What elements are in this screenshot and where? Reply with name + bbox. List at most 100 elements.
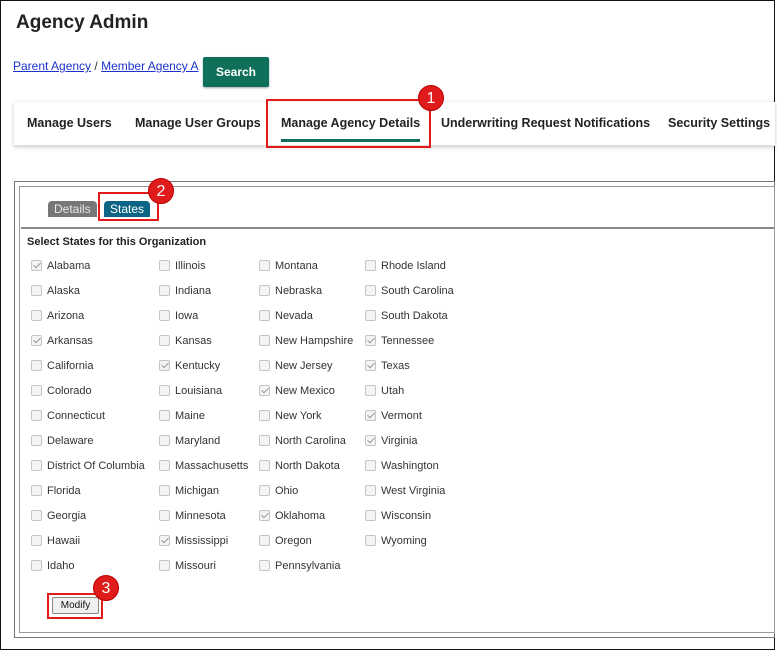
state-checkbox[interactable] [159, 285, 170, 296]
state-option-louisiana[interactable]: Louisiana [159, 385, 222, 399]
state-option-wyoming[interactable]: Wyoming [365, 535, 427, 549]
state-option-new-york[interactable]: New York [259, 410, 321, 424]
state-checkbox[interactable] [365, 385, 376, 396]
tab-security-settings[interactable]: Security Settings [668, 102, 770, 144]
state-checkbox[interactable] [259, 460, 270, 471]
state-checkbox[interactable] [159, 460, 170, 471]
state-checkbox[interactable] [31, 260, 42, 271]
state-option-texas[interactable]: Texas [365, 360, 410, 374]
state-option-pennsylvania[interactable]: Pennsylvania [259, 560, 340, 574]
state-checkbox[interactable] [259, 510, 270, 521]
state-option-south-dakota[interactable]: South Dakota [365, 310, 448, 324]
state-checkbox[interactable] [259, 435, 270, 446]
state-checkbox[interactable] [365, 335, 376, 346]
state-checkbox[interactable] [365, 435, 376, 446]
state-checkbox[interactable] [31, 560, 42, 571]
state-option-delaware[interactable]: Delaware [31, 435, 93, 449]
state-option-kentucky[interactable]: Kentucky [159, 360, 220, 374]
state-checkbox[interactable] [259, 385, 270, 396]
state-option-rhode-island[interactable]: Rhode Island [365, 260, 446, 274]
state-option-mississippi[interactable]: Mississippi [159, 535, 228, 549]
state-option-district-of-columbia[interactable]: District Of Columbia [31, 460, 145, 474]
state-checkbox[interactable] [365, 260, 376, 271]
state-option-kansas[interactable]: Kansas [159, 335, 212, 349]
tab-manage-users[interactable]: Manage Users [27, 102, 112, 144]
state-checkbox[interactable] [31, 435, 42, 446]
state-option-connecticut[interactable]: Connecticut [31, 410, 105, 424]
state-option-alabama[interactable]: Alabama [31, 260, 90, 274]
state-option-illinois[interactable]: Illinois [159, 260, 206, 274]
tab-manage-user-groups[interactable]: Manage User Groups [135, 102, 261, 144]
state-checkbox[interactable] [159, 560, 170, 571]
state-option-new-hampshire[interactable]: New Hampshire [259, 335, 353, 349]
state-checkbox[interactable] [259, 485, 270, 496]
state-option-alaska[interactable]: Alaska [31, 285, 80, 299]
state-checkbox[interactable] [31, 510, 42, 521]
state-checkbox[interactable] [159, 485, 170, 496]
state-option-tennessee[interactable]: Tennessee [365, 335, 434, 349]
state-checkbox[interactable] [31, 410, 42, 421]
modify-button[interactable]: Modify [52, 597, 99, 614]
tab-underwriting-request-notifications[interactable]: Underwriting Request Notifications [441, 102, 650, 144]
state-option-new-mexico[interactable]: New Mexico [259, 385, 335, 399]
search-button[interactable]: Search [203, 57, 269, 87]
breadcrumb-member-agency-link[interactable]: Member Agency A [101, 59, 198, 73]
state-checkbox[interactable] [159, 335, 170, 346]
state-checkbox[interactable] [159, 260, 170, 271]
breadcrumb-parent-agency-link[interactable]: Parent Agency [13, 59, 91, 73]
state-checkbox[interactable] [31, 335, 42, 346]
state-option-indiana[interactable]: Indiana [159, 285, 211, 299]
state-option-south-carolina[interactable]: South Carolina [365, 285, 454, 299]
state-option-oklahoma[interactable]: Oklahoma [259, 510, 325, 524]
state-checkbox[interactable] [365, 535, 376, 546]
state-checkbox[interactable] [259, 335, 270, 346]
state-option-nevada[interactable]: Nevada [259, 310, 313, 324]
state-option-maine[interactable]: Maine [159, 410, 205, 424]
state-option-vermont[interactable]: Vermont [365, 410, 422, 424]
state-checkbox[interactable] [159, 435, 170, 446]
state-option-colorado[interactable]: Colorado [31, 385, 92, 399]
state-checkbox[interactable] [365, 360, 376, 371]
state-checkbox[interactable] [159, 535, 170, 546]
state-option-oregon[interactable]: Oregon [259, 535, 312, 549]
state-checkbox[interactable] [365, 310, 376, 321]
state-option-utah[interactable]: Utah [365, 385, 404, 399]
state-option-missouri[interactable]: Missouri [159, 560, 216, 574]
state-checkbox[interactable] [31, 285, 42, 296]
state-option-washington[interactable]: Washington [365, 460, 439, 474]
state-option-hawaii[interactable]: Hawaii [31, 535, 80, 549]
state-checkbox[interactable] [259, 285, 270, 296]
subtab-states[interactable]: States [104, 201, 151, 217]
state-option-california[interactable]: California [31, 360, 93, 374]
state-option-nebraska[interactable]: Nebraska [259, 285, 322, 299]
state-checkbox[interactable] [259, 535, 270, 546]
state-option-north-carolina[interactable]: North Carolina [259, 435, 346, 449]
state-option-west-virginia[interactable]: West Virginia [365, 485, 445, 499]
state-option-arizona[interactable]: Arizona [31, 310, 84, 324]
state-checkbox[interactable] [259, 310, 270, 321]
state-option-florida[interactable]: Florida [31, 485, 81, 499]
state-checkbox[interactable] [31, 460, 42, 471]
state-checkbox[interactable] [259, 410, 270, 421]
subtab-details[interactable]: Details [48, 201, 97, 217]
state-option-idaho[interactable]: Idaho [31, 560, 75, 574]
state-checkbox[interactable] [31, 385, 42, 396]
state-checkbox[interactable] [159, 360, 170, 371]
state-checkbox[interactable] [259, 560, 270, 571]
state-checkbox[interactable] [365, 285, 376, 296]
state-checkbox[interactable] [365, 485, 376, 496]
state-option-michigan[interactable]: Michigan [159, 485, 219, 499]
state-option-arkansas[interactable]: Arkansas [31, 335, 93, 349]
state-checkbox[interactable] [159, 310, 170, 321]
state-option-wisconsin[interactable]: Wisconsin [365, 510, 431, 524]
state-option-montana[interactable]: Montana [259, 260, 318, 274]
state-checkbox[interactable] [365, 460, 376, 471]
state-option-new-jersey[interactable]: New Jersey [259, 360, 332, 374]
state-option-minnesota[interactable]: Minnesota [159, 510, 226, 524]
state-checkbox[interactable] [259, 260, 270, 271]
state-option-massachusetts[interactable]: Massachusetts [159, 460, 248, 474]
state-option-iowa[interactable]: Iowa [159, 310, 198, 324]
state-checkbox[interactable] [365, 510, 376, 521]
state-checkbox[interactable] [159, 385, 170, 396]
state-checkbox[interactable] [159, 410, 170, 421]
